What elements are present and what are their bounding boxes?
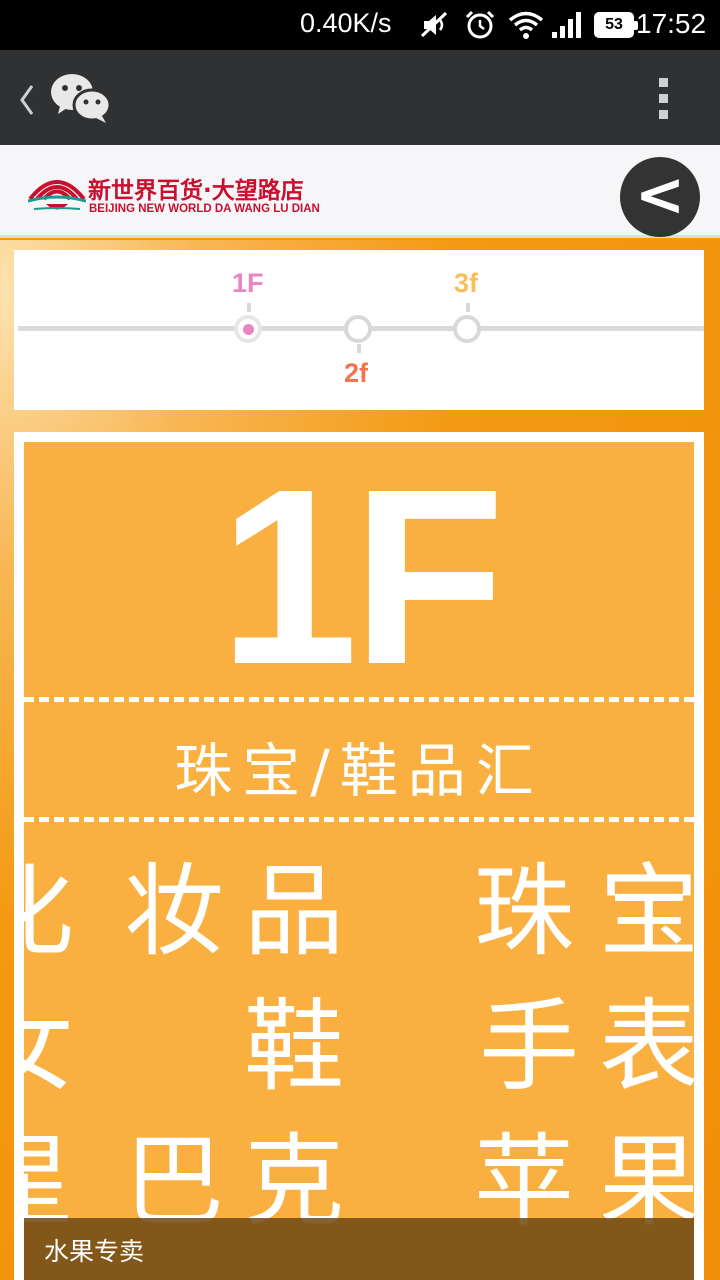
more-vertical-icon[interactable] <box>656 76 670 122</box>
floor-title: 1F <box>219 442 505 716</box>
floor-stem <box>247 303 251 312</box>
caption-text: 水果专卖 <box>44 1237 145 1266</box>
floor-panel: 1F 珠宝/鞋品汇 化 妆 品 珠 宝 女 鞋 手 表 星 巴 克 苹 果 水果… <box>14 432 704 1280</box>
floor-label-1f: 1F <box>232 268 264 298</box>
chevron-left-icon[interactable] <box>14 80 40 120</box>
alarm-icon <box>465 10 495 39</box>
dashed-divider <box>24 697 694 702</box>
floor-label-2f: 2f <box>344 358 369 388</box>
category-title: 珠宝/鞋品汇 <box>174 737 544 805</box>
back-button[interactable]: < <box>620 157 700 237</box>
floor-node-3f[interactable] <box>453 315 481 343</box>
clock: 17:52 <box>636 8 707 39</box>
store-header: 新世界百货·大望路店 BEIJING NEW WORLD DA WANG LU … <box>0 145 720 238</box>
floor-stem <box>357 344 361 353</box>
signal-icon <box>552 12 581 38</box>
brand-row: 化 妆 品 珠 宝 <box>24 847 694 977</box>
floor-stem <box>466 303 470 312</box>
floor-node-1f[interactable] <box>234 315 262 343</box>
store-name-cn: 新世界百货·大望路店 <box>88 178 304 204</box>
floor-label-3f: 3f <box>454 268 479 298</box>
battery-icon: 53 <box>594 12 638 38</box>
wechat-icon <box>51 74 112 123</box>
brand-char: 手 <box>479 988 579 1105</box>
dashed-divider <box>24 817 694 822</box>
wifi-icon <box>508 11 544 39</box>
status-bar: 0.40K/s 53 17:52 <box>0 0 720 50</box>
floor-selector: 1F 2f 3f <box>14 250 704 410</box>
brand-char: 化 <box>24 847 74 977</box>
brand-row: 女 鞋 手 表 <box>24 982 694 1112</box>
battery-level: 53 <box>597 15 631 35</box>
network-speed: 0.40K/s <box>300 8 392 38</box>
brand-char: 妆 <box>124 853 224 970</box>
brand-char: 品 <box>244 853 344 970</box>
brand-char: 女 <box>24 982 74 1112</box>
floor-node-2f[interactable] <box>344 315 372 343</box>
store-name-en: BEIJING NEW WORLD DA WANG LU DIAN <box>89 203 320 215</box>
floor-panel-inner[interactable]: 1F 珠宝/鞋品汇 化 妆 品 珠 宝 女 鞋 手 表 星 巴 克 苹 果 水果… <box>24 442 694 1280</box>
brand-char: 鞋 <box>244 988 344 1105</box>
brand-char: 珠 <box>474 853 574 970</box>
store-logo <box>28 180 86 210</box>
top-bar <box>0 50 720 145</box>
caption-bar: 水果专卖 <box>24 1218 694 1280</box>
mute-icon <box>420 11 448 38</box>
brand-char: 表 <box>599 988 694 1105</box>
brand-char: 宝 <box>599 853 694 970</box>
